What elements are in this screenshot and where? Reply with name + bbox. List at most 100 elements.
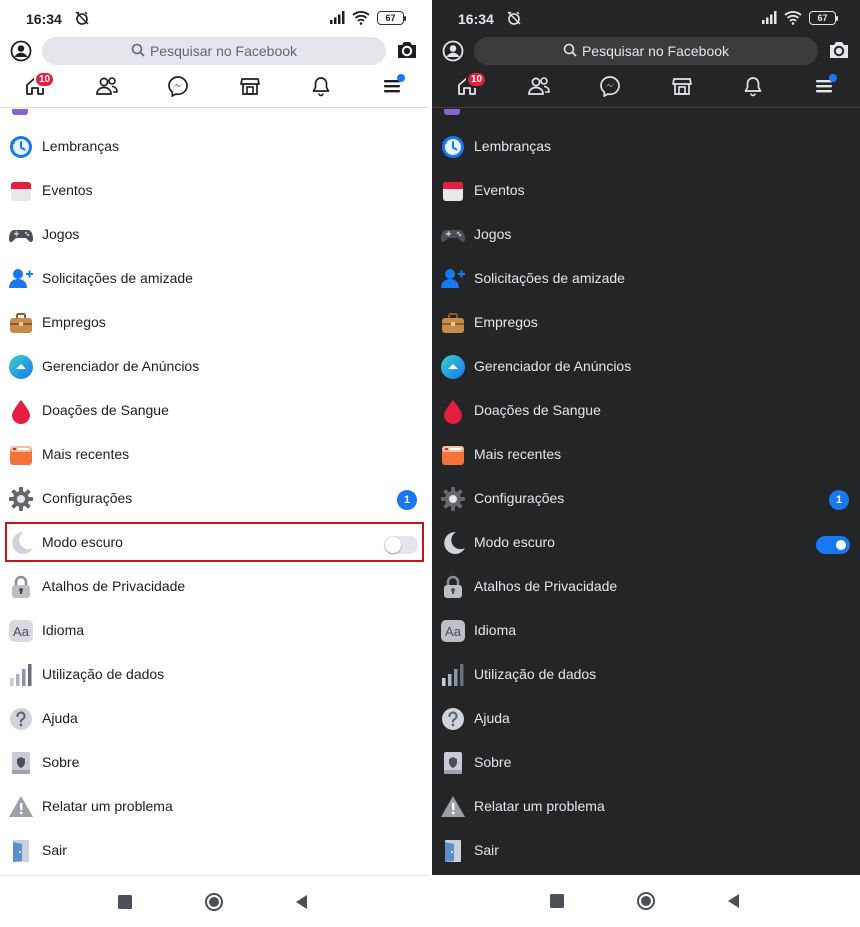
menu-item-sobre[interactable]: Sobre	[0, 740, 428, 784]
tab-messenger[interactable]	[163, 74, 193, 102]
tab-marketplace[interactable]	[235, 74, 265, 102]
dark-mode-toggle[interactable]	[384, 536, 418, 554]
bell-icon	[310, 75, 332, 102]
menu-item-lembrancas[interactable]: Lembranças	[432, 124, 860, 168]
lock-icon	[8, 574, 34, 600]
menu-item-ajuda[interactable]: Ajuda	[0, 696, 428, 740]
menu-item-label: Ajuda	[42, 710, 78, 726]
profile-icon[interactable]	[442, 40, 464, 67]
home-notification-badge: 10	[466, 71, 488, 88]
dark-mode-toggle[interactable]	[816, 536, 850, 554]
menu-item-label: Solicitações de amizade	[474, 270, 625, 286]
menu-item-idioma[interactable]: Aa Idioma	[0, 608, 428, 652]
camera-icon[interactable]	[396, 40, 418, 65]
messenger-icon	[167, 75, 189, 102]
menu-item-mais-recentes[interactable]: Mais recentes	[0, 432, 428, 476]
moon-icon	[440, 530, 466, 556]
menu-item-solicitacoes-de-amizade[interactable]: Solicitações de amizade	[432, 256, 860, 300]
toggle-knob	[833, 537, 849, 553]
status-bar: 16:34 67	[0, 0, 428, 36]
tab-marketplace[interactable]	[667, 74, 697, 102]
warning-icon	[8, 794, 34, 820]
menu-item-label: Lembranças	[474, 138, 552, 154]
tab-friends[interactable]	[92, 74, 122, 102]
home-button[interactable]	[204, 892, 224, 912]
menu-item-label: Empregos	[42, 314, 106, 330]
menu-item-label: Mais recentes	[474, 446, 562, 462]
menu-item-doacoes-de-sangue[interactable]: Doações de Sangue	[432, 388, 860, 432]
tab-home[interactable]: 10	[452, 71, 488, 102]
menu-item-jogos[interactable]: Jogos	[432, 212, 860, 256]
menu-item-label: Mais recentes	[42, 446, 130, 462]
menu-item-relatar-um-problema[interactable]: Relatar um problema	[432, 784, 860, 828]
menu-item-atalhos-de-privacidade[interactable]: Atalhos de Privacidade	[432, 564, 860, 608]
menu-item-gerenciador-de-anuncios[interactable]: Gerenciador de Anúncios	[0, 344, 428, 388]
recent-apps-button[interactable]	[115, 892, 135, 912]
menu-item-doacoes-de-sangue[interactable]: Doações de Sangue	[0, 388, 428, 432]
briefcase-icon	[440, 310, 466, 336]
calendar-icon	[440, 178, 466, 204]
search-input[interactable]: Pesquisar no Facebook	[474, 37, 818, 65]
menu-item-label: Eventos	[474, 182, 525, 198]
tab-menu[interactable]	[809, 74, 839, 102]
recent-apps-button[interactable]	[547, 891, 567, 911]
menu-item-ajuda[interactable]: Ajuda	[432, 696, 860, 740]
camera-icon[interactable]	[828, 40, 850, 65]
menu-item-relatar-um-problema[interactable]: Relatar um problema	[0, 784, 428, 828]
menu-item-label: Gerenciador de Anúncios	[42, 358, 200, 374]
friend-request-icon	[8, 266, 34, 292]
menu-item-modo-escuro[interactable]: Modo escuro	[432, 520, 860, 564]
tab-notifications[interactable]	[306, 74, 336, 102]
search-row: Pesquisar no Facebook	[0, 36, 428, 66]
menu-item-configuracoes[interactable]: Configurações 1	[0, 476, 428, 520]
gamepad-icon	[8, 222, 34, 248]
menu-item-label: Gerenciador de Anúncios	[474, 358, 632, 374]
menu-item-gerenciador-de-anuncios[interactable]: Gerenciador de Anúncios	[432, 344, 860, 388]
search-input[interactable]: Pesquisar no Facebook	[42, 37, 386, 65]
menu-item-label: Relatar um problema	[42, 798, 173, 814]
menu-item-eventos[interactable]: Eventos	[0, 168, 428, 212]
menu-item-mais-recentes[interactable]: Mais recentes	[432, 432, 860, 476]
language-icon-text: Aa	[9, 620, 33, 642]
menu-item-configuracoes[interactable]: Configurações 1	[432, 476, 860, 520]
blood-drop-icon	[440, 398, 466, 424]
menu-item-empregos[interactable]: Empregos	[432, 300, 860, 344]
back-button[interactable]	[291, 892, 311, 912]
help-icon	[440, 706, 466, 732]
profile-icon[interactable]	[10, 40, 32, 67]
tab-notifications[interactable]	[738, 74, 768, 102]
menu-item-empregos[interactable]: Empregos	[0, 300, 428, 344]
menu-item-utilizacao-de-dados[interactable]: Utilização de dados	[0, 652, 428, 696]
briefcase-icon	[8, 310, 34, 336]
tab-menu[interactable]	[377, 74, 407, 102]
gear-icon	[8, 486, 34, 512]
memories-clock-icon	[440, 134, 466, 160]
menu-item-utilizacao-de-dados[interactable]: Utilização de dados	[432, 652, 860, 696]
menu-item-idioma[interactable]: Aa Idioma	[432, 608, 860, 652]
language-icon: Aa	[440, 618, 466, 644]
tab-messenger[interactable]	[595, 74, 625, 102]
back-button[interactable]	[723, 891, 743, 911]
menu-item-label: Idioma	[474, 622, 517, 638]
logout-door-icon	[8, 838, 34, 864]
tab-home[interactable]: 10	[20, 71, 56, 102]
ads-manager-icon	[440, 354, 466, 380]
tab-friends[interactable]	[524, 74, 554, 102]
menu-item-solicitacoes-de-amizade[interactable]: Solicitações de amizade	[0, 256, 428, 300]
menu-item-atalhos-de-privacidade[interactable]: Atalhos de Privacidade	[0, 564, 428, 608]
light-mode-screenshot: 16:34 67 Pesquisar no Facebook 10 Lembra…	[0, 0, 428, 927]
menu-item-jogos[interactable]: Jogos	[0, 212, 428, 256]
menu-item-sobre[interactable]: Sobre	[432, 740, 860, 784]
alarm-off-icon	[74, 10, 90, 31]
friends-icon	[95, 75, 119, 102]
menu-item-label: Modo escuro	[42, 534, 123, 550]
menu-item-sair[interactable]: Sair	[432, 828, 860, 872]
help-icon	[8, 706, 34, 732]
home-button[interactable]	[636, 891, 656, 911]
menu-item-lembrancas[interactable]: Lembranças	[0, 124, 428, 168]
menu-item-eventos[interactable]: Eventos	[432, 168, 860, 212]
bell-icon	[742, 75, 764, 102]
menu-item-sair[interactable]: Sair	[0, 828, 428, 872]
logout-door-icon	[440, 838, 466, 864]
menu-item-modo-escuro[interactable]: Modo escuro	[0, 520, 428, 564]
